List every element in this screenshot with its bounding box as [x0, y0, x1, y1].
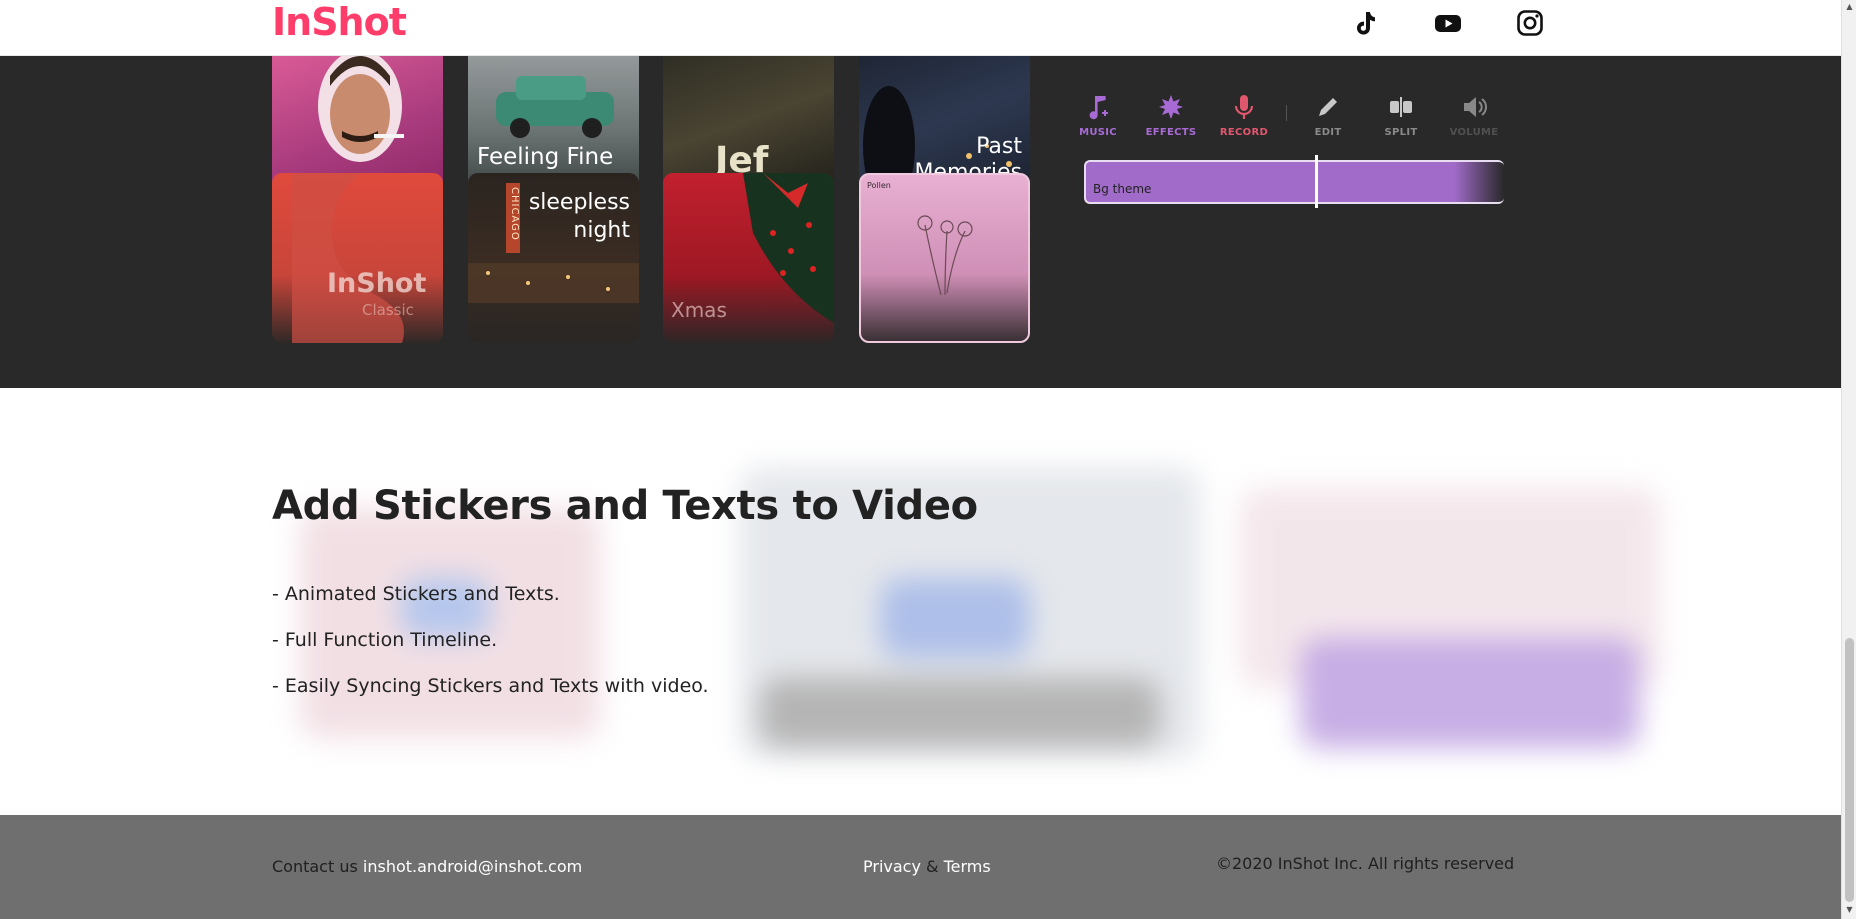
microphone-icon: [1214, 90, 1274, 124]
feature-item: - Easily Syncing Stickers and Texts with…: [272, 675, 709, 697]
tiktok-icon[interactable]: [1350, 8, 1380, 38]
ampersand: &: [926, 857, 939, 876]
privacy-link[interactable]: Privacy: [863, 857, 921, 876]
chicago-sign: CHICAGO: [509, 187, 520, 241]
scroll-up-arrow-icon[interactable]: ▲: [1845, 2, 1854, 11]
split-icon: [1371, 90, 1431, 124]
timeline-playhead[interactable]: [1315, 155, 1318, 208]
theme-tile-feeling-fine[interactable]: Feeling Fine: [468, 56, 639, 192]
effects-tool[interactable]: EFFECTS: [1141, 90, 1201, 138]
copyright: ©2020 InShot Inc. All rights reserved: [1216, 854, 1515, 873]
music-tool[interactable]: MUSIC: [1068, 90, 1128, 138]
inshot-logo[interactable]: InShot: [272, 2, 407, 42]
tool-label: MUSIC: [1079, 127, 1117, 138]
theme-tile-label: Xmas: [671, 298, 727, 322]
volume-icon: [1444, 90, 1504, 124]
tool-label: SPLIT: [1384, 127, 1418, 138]
youtube-icon[interactable]: [1433, 8, 1463, 38]
scroll-thumb[interactable]: [1845, 638, 1854, 902]
terms-link[interactable]: Terms: [944, 857, 991, 876]
contact-label: Contact us: [272, 857, 358, 876]
scroll-down-arrow-icon[interactable]: ▼: [1845, 905, 1854, 914]
theme-tile-label: sleepless night: [529, 189, 630, 245]
tool-label: EDIT: [1314, 127, 1342, 138]
timeline-label: Bg theme: [1093, 182, 1152, 196]
theme-tile-pollen[interactable]: Pollen: [859, 173, 1030, 343]
theme-tile-label-line1: Past: [976, 134, 1022, 159]
music-note-icon: [1068, 90, 1128, 124]
site-header: InShot: [0, 0, 1841, 56]
sparkle-icon: [1141, 90, 1201, 124]
contact-email-link[interactable]: inshot.android@inshot.com: [363, 857, 582, 876]
split-tool[interactable]: SPLIT: [1371, 90, 1431, 138]
page-scrollbar[interactable]: ▲ ▼: [1841, 0, 1856, 919]
feature-item: - Full Function Timeline.: [272, 629, 498, 651]
volume-tool[interactable]: VOLUME: [1444, 90, 1504, 138]
tool-label: VOLUME: [1449, 127, 1499, 138]
edit-tool[interactable]: EDIT: [1298, 90, 1358, 138]
instagram-icon[interactable]: [1515, 8, 1545, 38]
theme-tile-label-line1: sleepless: [528, 190, 630, 215]
site-footer: Contact us inshot.android@inshot.com Pri…: [0, 815, 1841, 919]
contact-block: Contact us inshot.android@inshot.com: [272, 857, 582, 876]
theme-tile-label: Pollen: [867, 181, 891, 190]
theme-tile-inshot-classic[interactable]: InShot Classic: [272, 173, 443, 343]
theme-tile-xmas[interactable]: Xmas: [663, 173, 834, 343]
theme-tile-label-line2: night: [573, 218, 630, 243]
toolbar-divider: [1286, 105, 1287, 121]
theme-tile-sublabel: Classic: [362, 301, 414, 319]
themes-demo-section: Feeling Fine Jef Past Memories InShot Cl…: [0, 56, 1841, 388]
tool-label: RECORD: [1219, 127, 1269, 138]
record-tool[interactable]: RECORD: [1214, 90, 1274, 138]
stickers-section: Add Stickers and Texts to Video - Animat…: [0, 388, 1841, 815]
tool-label: EFFECTS: [1145, 127, 1197, 138]
theme-tile-sleepless-night[interactable]: CHICAGO sleepless night: [468, 173, 639, 343]
section-title: Add Stickers and Texts to Video: [272, 483, 978, 529]
timeline-track[interactable]: Bg theme: [1084, 160, 1504, 204]
theme-tile-label: InShot: [327, 268, 427, 299]
feature-item: - Animated Stickers and Texts.: [272, 583, 560, 605]
pencil-icon: [1298, 90, 1358, 124]
legal-links: Privacy & Terms: [863, 857, 991, 876]
theme-tile-label: Feeling Fine: [477, 144, 614, 170]
